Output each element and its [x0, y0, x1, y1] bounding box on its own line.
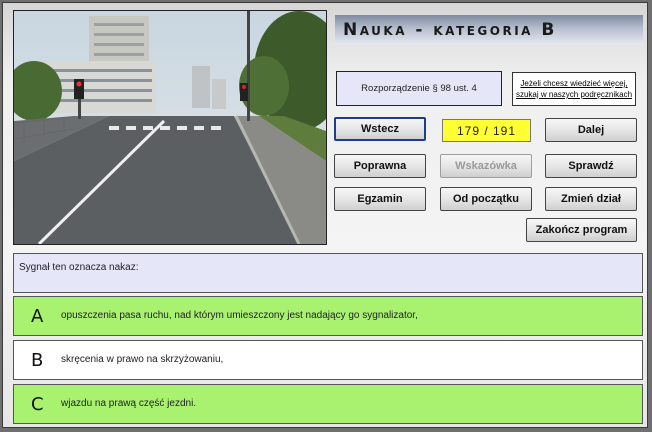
next-button[interactable]: Dalej [545, 118, 637, 142]
road-scene-image [14, 11, 326, 244]
show-correct-button[interactable]: Poprawna [334, 154, 426, 178]
answer-letter: C [31, 394, 44, 415]
change-section-button[interactable]: Zmień dział [545, 187, 637, 211]
more-info-link[interactable]: Jeżeli chcesz wiedzieć więcej, szukaj w … [512, 72, 636, 106]
hint-button[interactable]: Wskazówka [440, 154, 532, 178]
answer-option-b[interactable]: B skręcenia w prawo na skrzyżowaniu, [13, 340, 643, 380]
back-button[interactable]: Wstecz [334, 117, 426, 141]
answer-letter: B [31, 350, 44, 371]
question-text: Sygnał ten oznacza nakaz: [13, 253, 643, 293]
exam-button[interactable]: Egzamin [334, 187, 426, 211]
app-title: Nauka - kategoria B [343, 20, 557, 40]
answer-text: wjazdu na prawą część jezdni. [61, 398, 197, 409]
answer-option-c[interactable]: C wjazdu na prawą część jezdni. [13, 384, 643, 424]
answer-text: skręcenia w prawo na skrzyżowaniu, [61, 354, 224, 365]
quit-button[interactable]: Zakończ program [526, 218, 637, 242]
answer-letter: A [31, 306, 44, 327]
answer-option-a[interactable]: A opuszczenia pasa ruchu, nad którym umi… [13, 296, 643, 336]
question-counter: 179 / 191 [442, 119, 531, 142]
regulation-reference: Rozporządzenie § 98 ust. 4 [336, 71, 502, 106]
question-photo [13, 10, 327, 245]
restart-button[interactable]: Od początku [440, 187, 532, 211]
app-window: Nauka - kategoria B Rozporządzenie § 98 … [2, 2, 648, 428]
check-button[interactable]: Sprawdź [545, 154, 637, 178]
title-bar: Nauka - kategoria B [335, 15, 643, 45]
answer-text: opuszczenia pasa ruchu, nad którym umies… [61, 310, 418, 321]
